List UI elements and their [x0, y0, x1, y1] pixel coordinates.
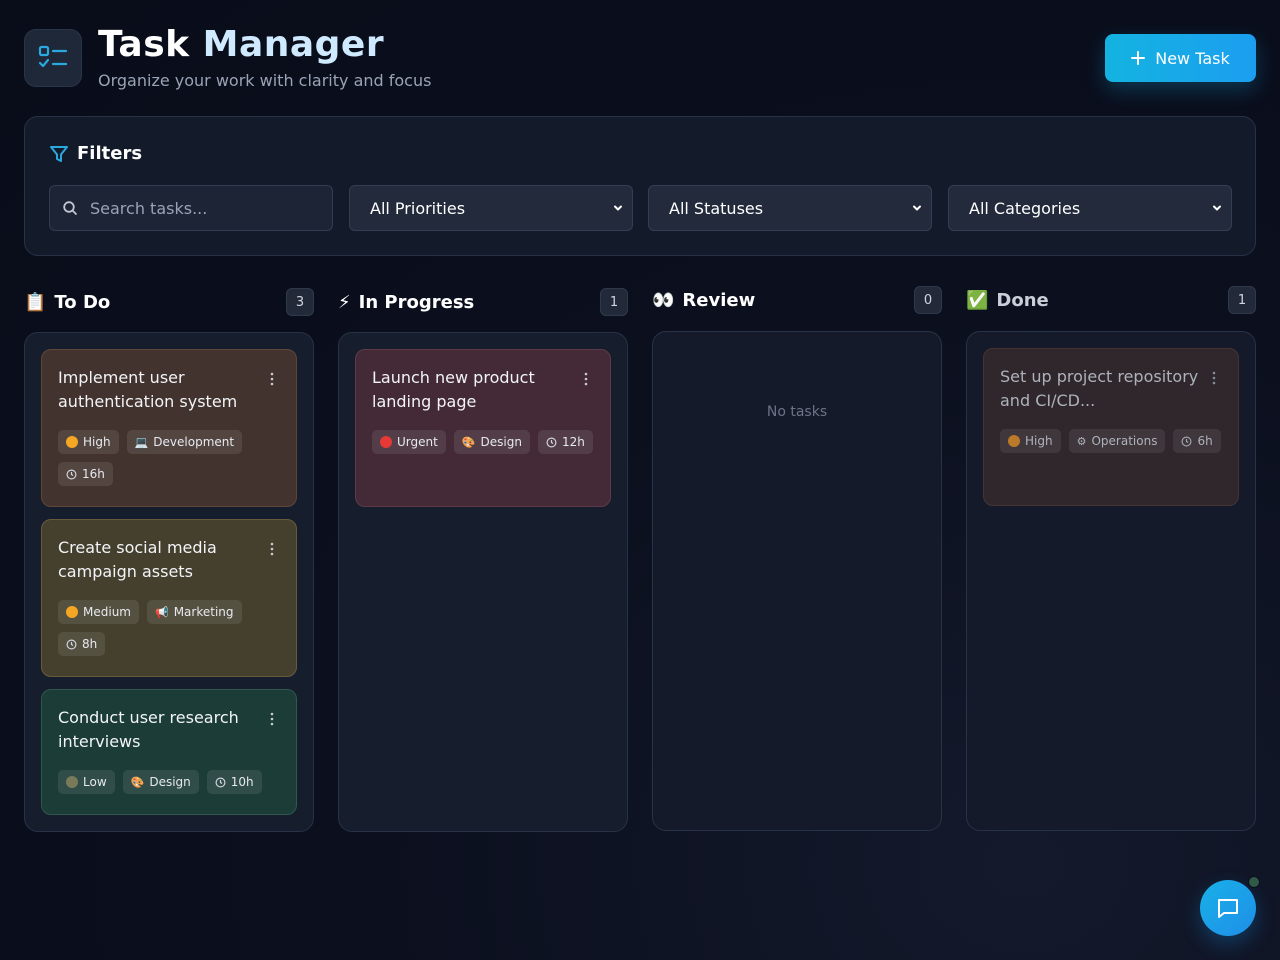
filters-panel: Filters All Priorities All Statuses All … [24, 116, 1256, 256]
task-list-logo-icon [24, 29, 82, 87]
category-filter-select[interactable]: All Categories [948, 185, 1232, 231]
filters-heading: Filters [49, 143, 142, 164]
category-badge: ⚙ Operations [1068, 429, 1166, 453]
page-subtitle: Organize your work with clarity and focu… [98, 71, 432, 90]
more-options-icon[interactable] [584, 372, 588, 386]
more-options-icon[interactable] [270, 542, 274, 556]
priority-badge: Low [58, 770, 115, 794]
priority-filter-select[interactable]: All Priorities [349, 185, 633, 231]
task-title: Implement user authentication system [58, 368, 238, 411]
search-box[interactable] [49, 185, 333, 231]
task-card[interactable]: Conduct user research interviews Low 🎨 De… [41, 689, 297, 815]
task-card[interactable]: Create social media campaign assets Medi… [41, 519, 297, 677]
megaphone-icon: 📢 [154, 605, 169, 619]
status-filter-select[interactable]: All Statuses [648, 185, 932, 231]
column-body-review: No tasks [652, 331, 942, 831]
palette-icon: 🎨 [461, 435, 476, 449]
gear-icon: ⚙ [1076, 434, 1087, 448]
task-title: Conduct user research interviews [58, 708, 239, 751]
page-header: Task Manager Organize your work with cla… [24, 24, 1256, 94]
column-header-todo: 📋 To Do 3 [24, 288, 314, 316]
task-card[interactable]: Launch new product landing page Urgent 🎨… [355, 349, 611, 507]
category-badge: 🎨 Design [122, 770, 199, 794]
priority-dot-icon [66, 606, 78, 618]
page-title: Task Manager [98, 24, 385, 65]
new-task-button[interactable]: New Task [1105, 34, 1256, 82]
priority-badge: Urgent [372, 430, 446, 454]
column-body-todo: Implement user authentication system Hig… [24, 332, 314, 832]
category-badge: 💻 Development [126, 430, 243, 454]
laptop-icon: 💻 [134, 435, 149, 449]
task-title: Launch new product landing page [372, 368, 535, 411]
eyes-icon: 👀 [652, 289, 675, 311]
column-body-in-progress: Launch new product landing page Urgent 🎨… [338, 332, 628, 832]
task-card[interactable]: Set up project repository and CI/CD... H… [983, 348, 1239, 506]
filter-icon [50, 145, 68, 162]
chevron-down-icon [1213, 205, 1221, 211]
column-done: ✅ Done 1 Set up project repository and C… [966, 286, 1256, 831]
clock-icon [215, 777, 226, 787]
category-badge: 📢 Marketing [146, 600, 242, 624]
search-input[interactable] [90, 198, 310, 218]
palette-icon: 🎨 [130, 775, 145, 789]
priority-dot-icon [66, 776, 78, 788]
column-count-badge: 0 [914, 286, 942, 314]
task-title: Create social media campaign assets [58, 538, 217, 581]
hours-badge: 8h [58, 632, 106, 656]
hours-badge: 16h [58, 462, 113, 486]
priority-badge: High [1000, 429, 1061, 453]
priority-badge: High [58, 430, 119, 454]
priority-badge: Medium [58, 600, 139, 624]
chat-bubble-icon [1218, 899, 1238, 918]
task-title: Set up project repository and CI/CD... [1000, 367, 1199, 410]
column-body-done: Set up project repository and CI/CD... H… [966, 331, 1256, 831]
more-options-icon[interactable] [1212, 371, 1216, 385]
plus-icon [1131, 51, 1146, 65]
priority-dot-icon [66, 436, 78, 448]
column-header-review: 👀 Review 0 [652, 286, 942, 314]
column-in-progress: ⚡ In Progress 1 Launch new product landi… [338, 288, 628, 832]
more-options-icon[interactable] [270, 372, 274, 386]
clipboard-icon: 📋 [24, 291, 47, 313]
category-badge: 🎨 Design [453, 430, 530, 454]
lightning-icon: ⚡ [338, 291, 351, 313]
new-task-label: New Task [1155, 48, 1230, 68]
chat-button[interactable] [1200, 880, 1256, 936]
column-review: 👀 Review 0 No tasks [652, 286, 942, 831]
column-count-badge: 1 [600, 288, 628, 316]
hours-badge: 10h [206, 770, 262, 794]
column-todo: 📋 To Do 3 Implement user authentication … [24, 288, 314, 832]
chevron-down-icon [614, 205, 622, 211]
column-header-in-progress: ⚡ In Progress 1 [338, 288, 628, 316]
more-options-icon[interactable] [270, 712, 274, 726]
check-mark-icon: ✅ [966, 289, 989, 311]
clock-icon [66, 639, 77, 649]
clock-icon [66, 469, 77, 479]
task-card[interactable]: Implement user authentication system Hig… [41, 349, 297, 507]
online-status-indicator [1248, 876, 1260, 888]
column-count-badge: 3 [286, 288, 314, 316]
empty-state-text: No tasks [766, 404, 828, 420]
priority-dot-icon [380, 436, 392, 448]
search-icon [63, 201, 77, 215]
chevron-down-icon [913, 205, 921, 211]
clock-icon [1181, 436, 1192, 446]
hours-badge: 12h [537, 430, 593, 454]
clock-icon [546, 437, 557, 447]
column-header-done: ✅ Done 1 [966, 286, 1256, 314]
column-count-badge: 1 [1228, 286, 1256, 314]
priority-dot-icon [1008, 435, 1020, 447]
hours-badge: 6h [1173, 429, 1221, 453]
